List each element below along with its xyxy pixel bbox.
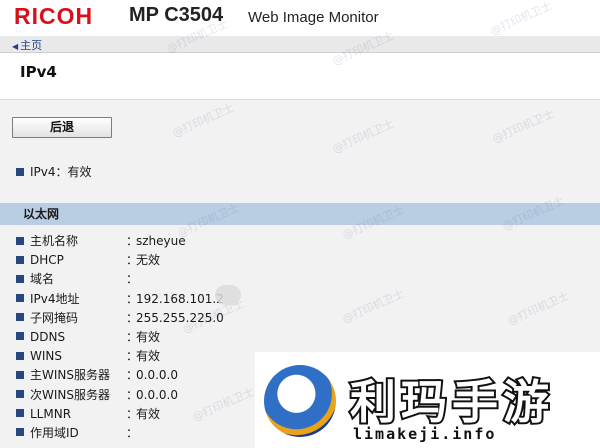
bullet-icon: [16, 294, 24, 303]
ad-overlay: 利玛手游 limakeji.info: [255, 352, 600, 448]
setting-value: 有效: [136, 406, 161, 421]
breadcrumb-bar: ◀ 主页: [0, 36, 600, 53]
setting-value: 有效: [136, 329, 161, 344]
bullet-icon: [16, 409, 24, 418]
page-title: IPv4: [20, 63, 57, 81]
bullet-icon: [16, 236, 24, 245]
ad-title: 利玛手游: [348, 373, 554, 431]
title-area: IPv4: [0, 53, 600, 99]
setting-separator: ：: [126, 425, 139, 440]
setting-separator: ：: [126, 349, 139, 364]
ipv4-status-value: 有效: [67, 165, 92, 179]
setting-separator: ：: [126, 406, 139, 421]
setting-value: 有效: [136, 349, 161, 364]
setting-row-hostname: 主机名称 ：szheyue: [16, 232, 596, 251]
bullet-icon: [16, 255, 24, 264]
setting-separator: ：: [126, 234, 139, 248]
setting-label: DHCP: [30, 253, 64, 268]
home-link-label: 主页: [20, 39, 43, 52]
setting-value: 0.0.0.0: [136, 387, 178, 402]
setting-value: 0.0.0.0: [136, 368, 178, 383]
setting-label: 子网掩码: [30, 310, 79, 325]
ipv4-status: IPv4：有效: [16, 163, 92, 180]
setting-separator: ：: [126, 253, 139, 268]
bullet-icon: [16, 167, 24, 176]
setting-label: LLMNR: [30, 406, 72, 421]
bullet-icon: [16, 274, 24, 283]
setting-label: 域名: [30, 272, 55, 287]
setting-separator: ：: [126, 329, 139, 344]
setting-label: 作用域ID: [30, 425, 79, 440]
setting-value: 192.168.101.2: [136, 291, 224, 306]
bullet-icon: [16, 332, 24, 341]
setting-label: 主WINS服务器: [30, 368, 110, 383]
setting-separator: ：: [126, 291, 139, 306]
setting-label: IPv4地址: [30, 291, 80, 306]
setting-value: 无效: [136, 253, 161, 268]
triangle-left-icon: ◀: [12, 42, 19, 51]
setting-separator: ：: [126, 310, 139, 325]
bullet-icon: [16, 370, 24, 379]
ipv4-status-separator: ：: [55, 165, 68, 179]
app-title: Web Image Monitor: [248, 9, 379, 26]
ad-url: limakeji.info: [353, 425, 497, 443]
back-button[interactable]: 后退: [12, 117, 112, 138]
bullet-icon: [16, 351, 24, 360]
setting-row-domain: 域名 ：: [16, 270, 596, 289]
bullet-icon: [16, 428, 24, 437]
setting-separator: ：: [126, 368, 139, 383]
home-link[interactable]: ◀ 主页: [12, 37, 42, 53]
bullet-icon: [16, 390, 24, 398]
setting-separator: ：: [126, 272, 139, 287]
setting-label: 主机名称: [30, 234, 79, 248]
setting-label: DDNS: [30, 329, 66, 344]
ethernet-section-title: 以太网: [23, 207, 60, 221]
redaction-smudge: [215, 285, 241, 305]
setting-label: 次WINS服务器: [30, 387, 110, 402]
setting-row-dhcp: DHCP ：无效: [16, 251, 596, 270]
setting-separator: ：: [126, 387, 139, 402]
ipv4-status-label: IPv4: [30, 165, 56, 179]
limakeji-logo-icon: [264, 365, 336, 437]
divider: [0, 99, 600, 100]
bullet-icon: [16, 313, 24, 322]
setting-row-ipv4-address: IPv4地址 ：192.168.101.2: [16, 290, 596, 309]
setting-label: WINS: [30, 349, 62, 364]
setting-row-ddns: DDNS ：有效: [16, 328, 596, 347]
ricoh-logo: RICOH: [14, 3, 94, 29]
